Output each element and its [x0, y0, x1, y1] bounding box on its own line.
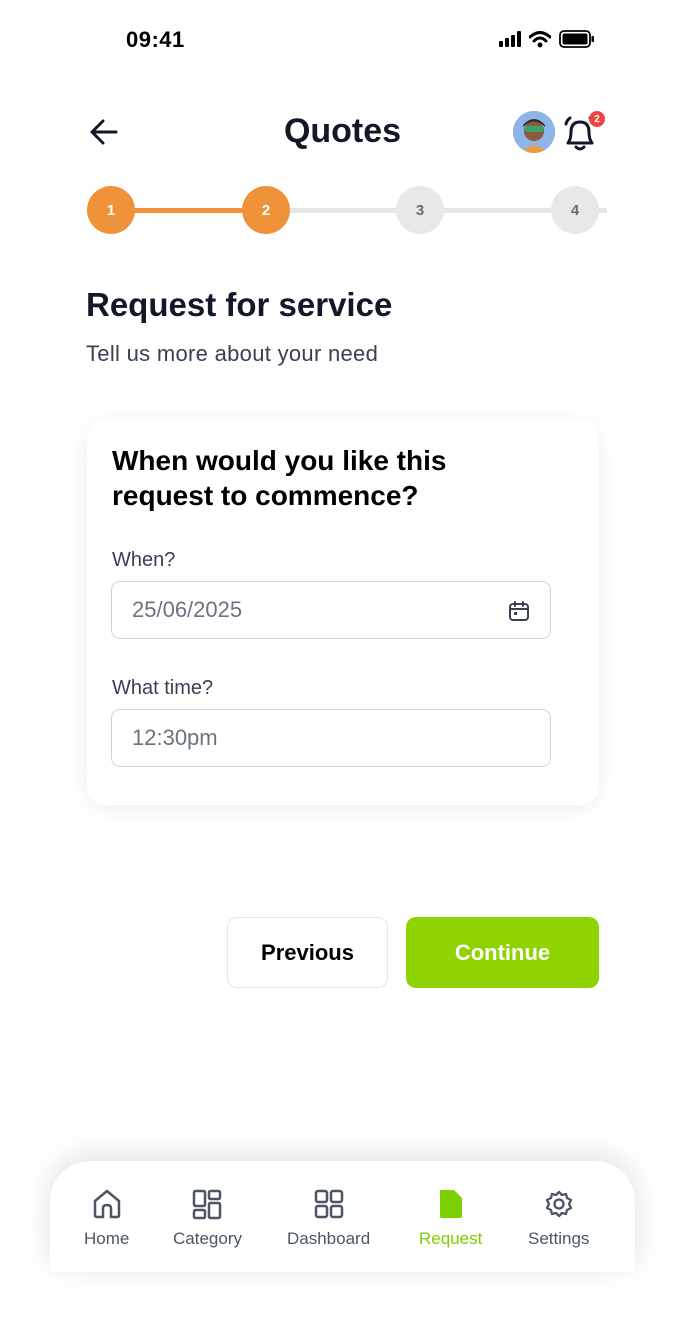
nav-item-dashboard[interactable]: Dashboard [287, 1187, 370, 1249]
dashboard-icon [314, 1189, 343, 1219]
home-icon [93, 1189, 120, 1219]
nav-label-settings: Settings [528, 1229, 590, 1248]
date-value: 25/06/2025 [132, 597, 243, 622]
signal-icon [499, 31, 521, 47]
step-4: 4 [551, 186, 599, 234]
category-icon [193, 1189, 222, 1220]
date-input[interactable]: 25/06/2025 [111, 581, 551, 639]
nav-item-settings[interactable]: Settings [528, 1187, 589, 1249]
schedule-card: When would you like this request to comm… [87, 419, 599, 805]
nav-label-home: Home [84, 1229, 130, 1248]
progress-stepper: 1 2 3 4 [87, 186, 607, 234]
notification-badge: 2 [589, 111, 605, 127]
nav-label-dashboard: Dashboard [287, 1229, 371, 1248]
time-value: 12:30pm [132, 725, 218, 750]
card-question: When would you like this request to comm… [112, 445, 447, 511]
bottom-nav: Home Category Dashboard Request Settings [50, 1161, 635, 1272]
step-2: 2 [242, 186, 290, 234]
nav-item-home[interactable]: Home [84, 1187, 129, 1249]
request-icon [439, 1190, 462, 1218]
wifi-icon [529, 30, 551, 47]
step-1: 1 [87, 186, 135, 234]
section-subtitle: Tell us more about your need [86, 341, 379, 366]
section-title: Request for service [86, 286, 393, 323]
avatar[interactable] [513, 111, 555, 153]
nav-label-request: Request [419, 1229, 483, 1248]
nav-label-category: Category [173, 1229, 242, 1248]
settings-icon [545, 1190, 572, 1218]
time-input[interactable]: 12:30pm [111, 709, 551, 767]
user-avatar-icon [513, 111, 555, 153]
nav-item-category[interactable]: Category [173, 1187, 242, 1249]
battery-icon [559, 30, 594, 48]
nav-item-request[interactable]: Request [419, 1187, 482, 1249]
when-label: When? [112, 549, 176, 571]
time-label: What time? [112, 677, 214, 699]
status-time: 09:41 [126, 27, 185, 52]
continue-button[interactable]: Continue [406, 917, 599, 988]
previous-button[interactable]: Previous [227, 917, 388, 988]
status-icons [499, 30, 595, 48]
calendar-icon[interactable] [508, 600, 530, 622]
step-3: 3 [396, 186, 444, 234]
